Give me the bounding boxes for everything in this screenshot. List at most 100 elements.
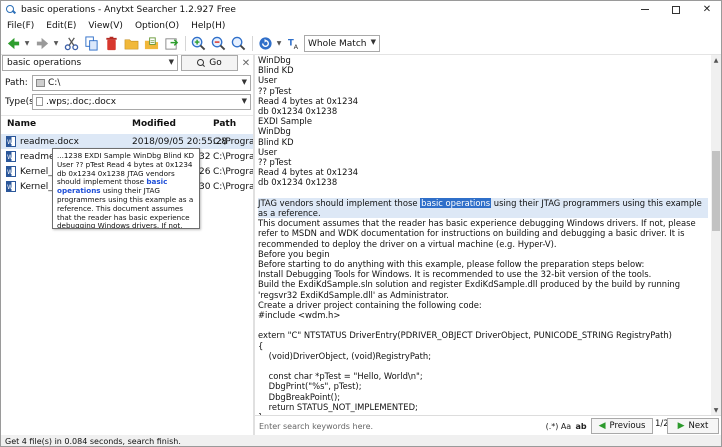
preview-line: { xyxy=(258,340,264,351)
find-input[interactable]: Enter search keywords here. xyxy=(257,419,507,433)
result-name: readme.docx xyxy=(20,136,79,147)
toolbar-separator xyxy=(184,36,186,51)
preview-line: DbgBreakPoint(); xyxy=(258,391,341,402)
cut-button[interactable] xyxy=(63,35,80,52)
path-select[interactable]: C:\ ▼ xyxy=(32,75,251,91)
maximize-icon xyxy=(672,5,680,14)
word-document-icon: W xyxy=(6,136,16,147)
preview-line: User xyxy=(258,146,278,157)
result-path: C:\Program xyxy=(213,166,253,177)
zoom-out-icon xyxy=(211,36,226,51)
preview-line: ?? pTest xyxy=(258,85,292,96)
menu-bar: File(F) Edit(E) View(V) Option(O) Help(H… xyxy=(1,18,721,33)
result-modified: 30 xyxy=(199,181,211,192)
word-document-icon: W xyxy=(6,181,16,192)
delete-button[interactable] xyxy=(103,35,120,52)
menu-option[interactable]: Option(O) xyxy=(129,21,185,31)
preview-line: Read 4 bytes at 0x1234 xyxy=(258,167,359,178)
forward-button[interactable] xyxy=(34,35,51,52)
folder-file-icon xyxy=(144,37,159,50)
preview-scrollbar[interactable]: ▲ ▼ xyxy=(711,55,721,415)
result-modified: 26 xyxy=(199,166,211,177)
close-icon: ✕ xyxy=(702,4,712,15)
forward-dropdown[interactable]: ▼ xyxy=(53,35,60,52)
preview-line: db 0x1234 0x1238 xyxy=(258,177,338,188)
result-tooltip: ...1238 EXDI Sample WinDbg Blind KD User… xyxy=(52,148,200,229)
app-window: basic operations - Anytxt Searcher 1.2.9… xyxy=(0,0,722,447)
result-path: C:\Program xyxy=(213,151,253,162)
toolbar-separator xyxy=(251,36,253,51)
copy-button[interactable] xyxy=(83,35,100,52)
preview-line: Before you begin xyxy=(258,248,330,259)
result-row[interactable]: W readme.docx 2018/09/05 20:55:28 C:\Pro… xyxy=(1,134,253,149)
zoom-reset-button[interactable] xyxy=(230,35,247,52)
zoom-in-button[interactable] xyxy=(190,35,207,52)
open-file-button[interactable] xyxy=(143,35,160,52)
preview-line: Build the ExdiKdSample.sln solution and … xyxy=(258,279,683,300)
chevron-down-icon: ▼ xyxy=(241,97,247,105)
export-button[interactable] xyxy=(163,35,180,52)
scroll-down-icon[interactable]: ▼ xyxy=(711,405,721,415)
preview-line: WinDbg xyxy=(258,55,291,65)
preview-line: Blind KD xyxy=(258,65,294,76)
menu-help[interactable]: Help(H) xyxy=(185,21,231,31)
drive-icon xyxy=(36,79,45,87)
preview-line: #include <wdm.h> xyxy=(258,310,341,321)
menu-file[interactable]: File(F) xyxy=(1,21,40,31)
types-select[interactable]: .wps;.doc;.docx ▼ xyxy=(32,94,251,110)
menu-edit[interactable]: Edit(E) xyxy=(40,21,82,31)
minimize-icon xyxy=(641,9,649,10)
preview-line: extern "C" NTSTATUS DriverEntry(PDRIVER_… xyxy=(258,330,672,341)
previous-button[interactable]: ◀ Previous xyxy=(591,418,653,434)
scroll-up-icon[interactable]: ▲ xyxy=(711,55,721,65)
match-mode-value: Whole Match xyxy=(308,38,367,49)
next-button[interactable]: ▶ Next xyxy=(667,418,719,434)
back-dropdown[interactable]: ▼ xyxy=(24,35,31,52)
refresh-button[interactable] xyxy=(257,35,274,52)
tooltip-text-before: ...1238 EXDI Sample WinDbg Blind KD User… xyxy=(57,151,195,187)
search-input[interactable]: basic operations ▼ xyxy=(2,55,178,71)
arrow-left-icon: ◀ xyxy=(598,421,606,431)
menu-view[interactable]: View(V) xyxy=(82,21,129,31)
zoom-in-icon xyxy=(191,36,206,51)
go-label: Go xyxy=(209,58,222,68)
path-label: Path: xyxy=(5,78,28,88)
word-document-icon: W xyxy=(6,151,16,162)
refresh-dropdown[interactable]: ▼ xyxy=(276,35,283,52)
open-folder-button[interactable] xyxy=(123,35,140,52)
preview-match-highlight: basic operations xyxy=(420,197,492,208)
scroll-thumb[interactable] xyxy=(712,151,720,231)
results-header: Name Modified Path xyxy=(1,116,253,132)
close-button[interactable]: ✕ xyxy=(695,1,719,18)
preview-line xyxy=(258,320,708,330)
match-mode-select[interactable]: Whole Match ▼ xyxy=(304,35,380,52)
back-button[interactable] xyxy=(5,35,22,52)
preview-text-before: JTAG vendors should implement those xyxy=(258,197,421,208)
column-header-modified[interactable]: Modified xyxy=(132,119,176,129)
preview-line: db 0x1234 0x1238 xyxy=(258,106,338,117)
column-header-name[interactable]: Name xyxy=(7,119,36,129)
maximize-button[interactable] xyxy=(664,1,688,18)
go-button[interactable]: Go xyxy=(181,55,238,71)
search-icon xyxy=(197,58,206,68)
magnifier-icon xyxy=(231,36,246,51)
clear-search-button[interactable]: ✕ xyxy=(240,56,252,70)
preview-pane: WinDbg Blind KD User ?? pTest Read 4 bytes a… xyxy=(255,55,711,415)
match-case-toggle[interactable]: Aa xyxy=(560,419,572,433)
app-search-icon xyxy=(5,4,17,16)
chevron-down-icon[interactable]: ▼ xyxy=(169,58,174,66)
search-query: basic operations xyxy=(7,58,82,68)
preview-line: EXDI Sample xyxy=(258,116,313,127)
preview-line: Before starting to do anything with this… xyxy=(258,259,645,270)
result-path: C:\Program xyxy=(213,136,253,147)
word-document-icon: W xyxy=(6,166,16,177)
font-button[interactable]: TA xyxy=(286,35,303,52)
preview-line: Create a driver project containing the f… xyxy=(258,299,482,310)
column-header-path[interactable]: Path xyxy=(213,119,236,129)
close-icon: ✕ xyxy=(241,57,251,69)
regex-toggle[interactable]: (.*) xyxy=(544,419,560,433)
whole-word-toggle[interactable]: ab xyxy=(574,419,588,433)
preview-line: (void)DriverObject, (void)RegistryPath; xyxy=(258,350,432,361)
zoom-out-button[interactable] xyxy=(210,35,227,52)
minimize-button[interactable] xyxy=(633,1,657,18)
